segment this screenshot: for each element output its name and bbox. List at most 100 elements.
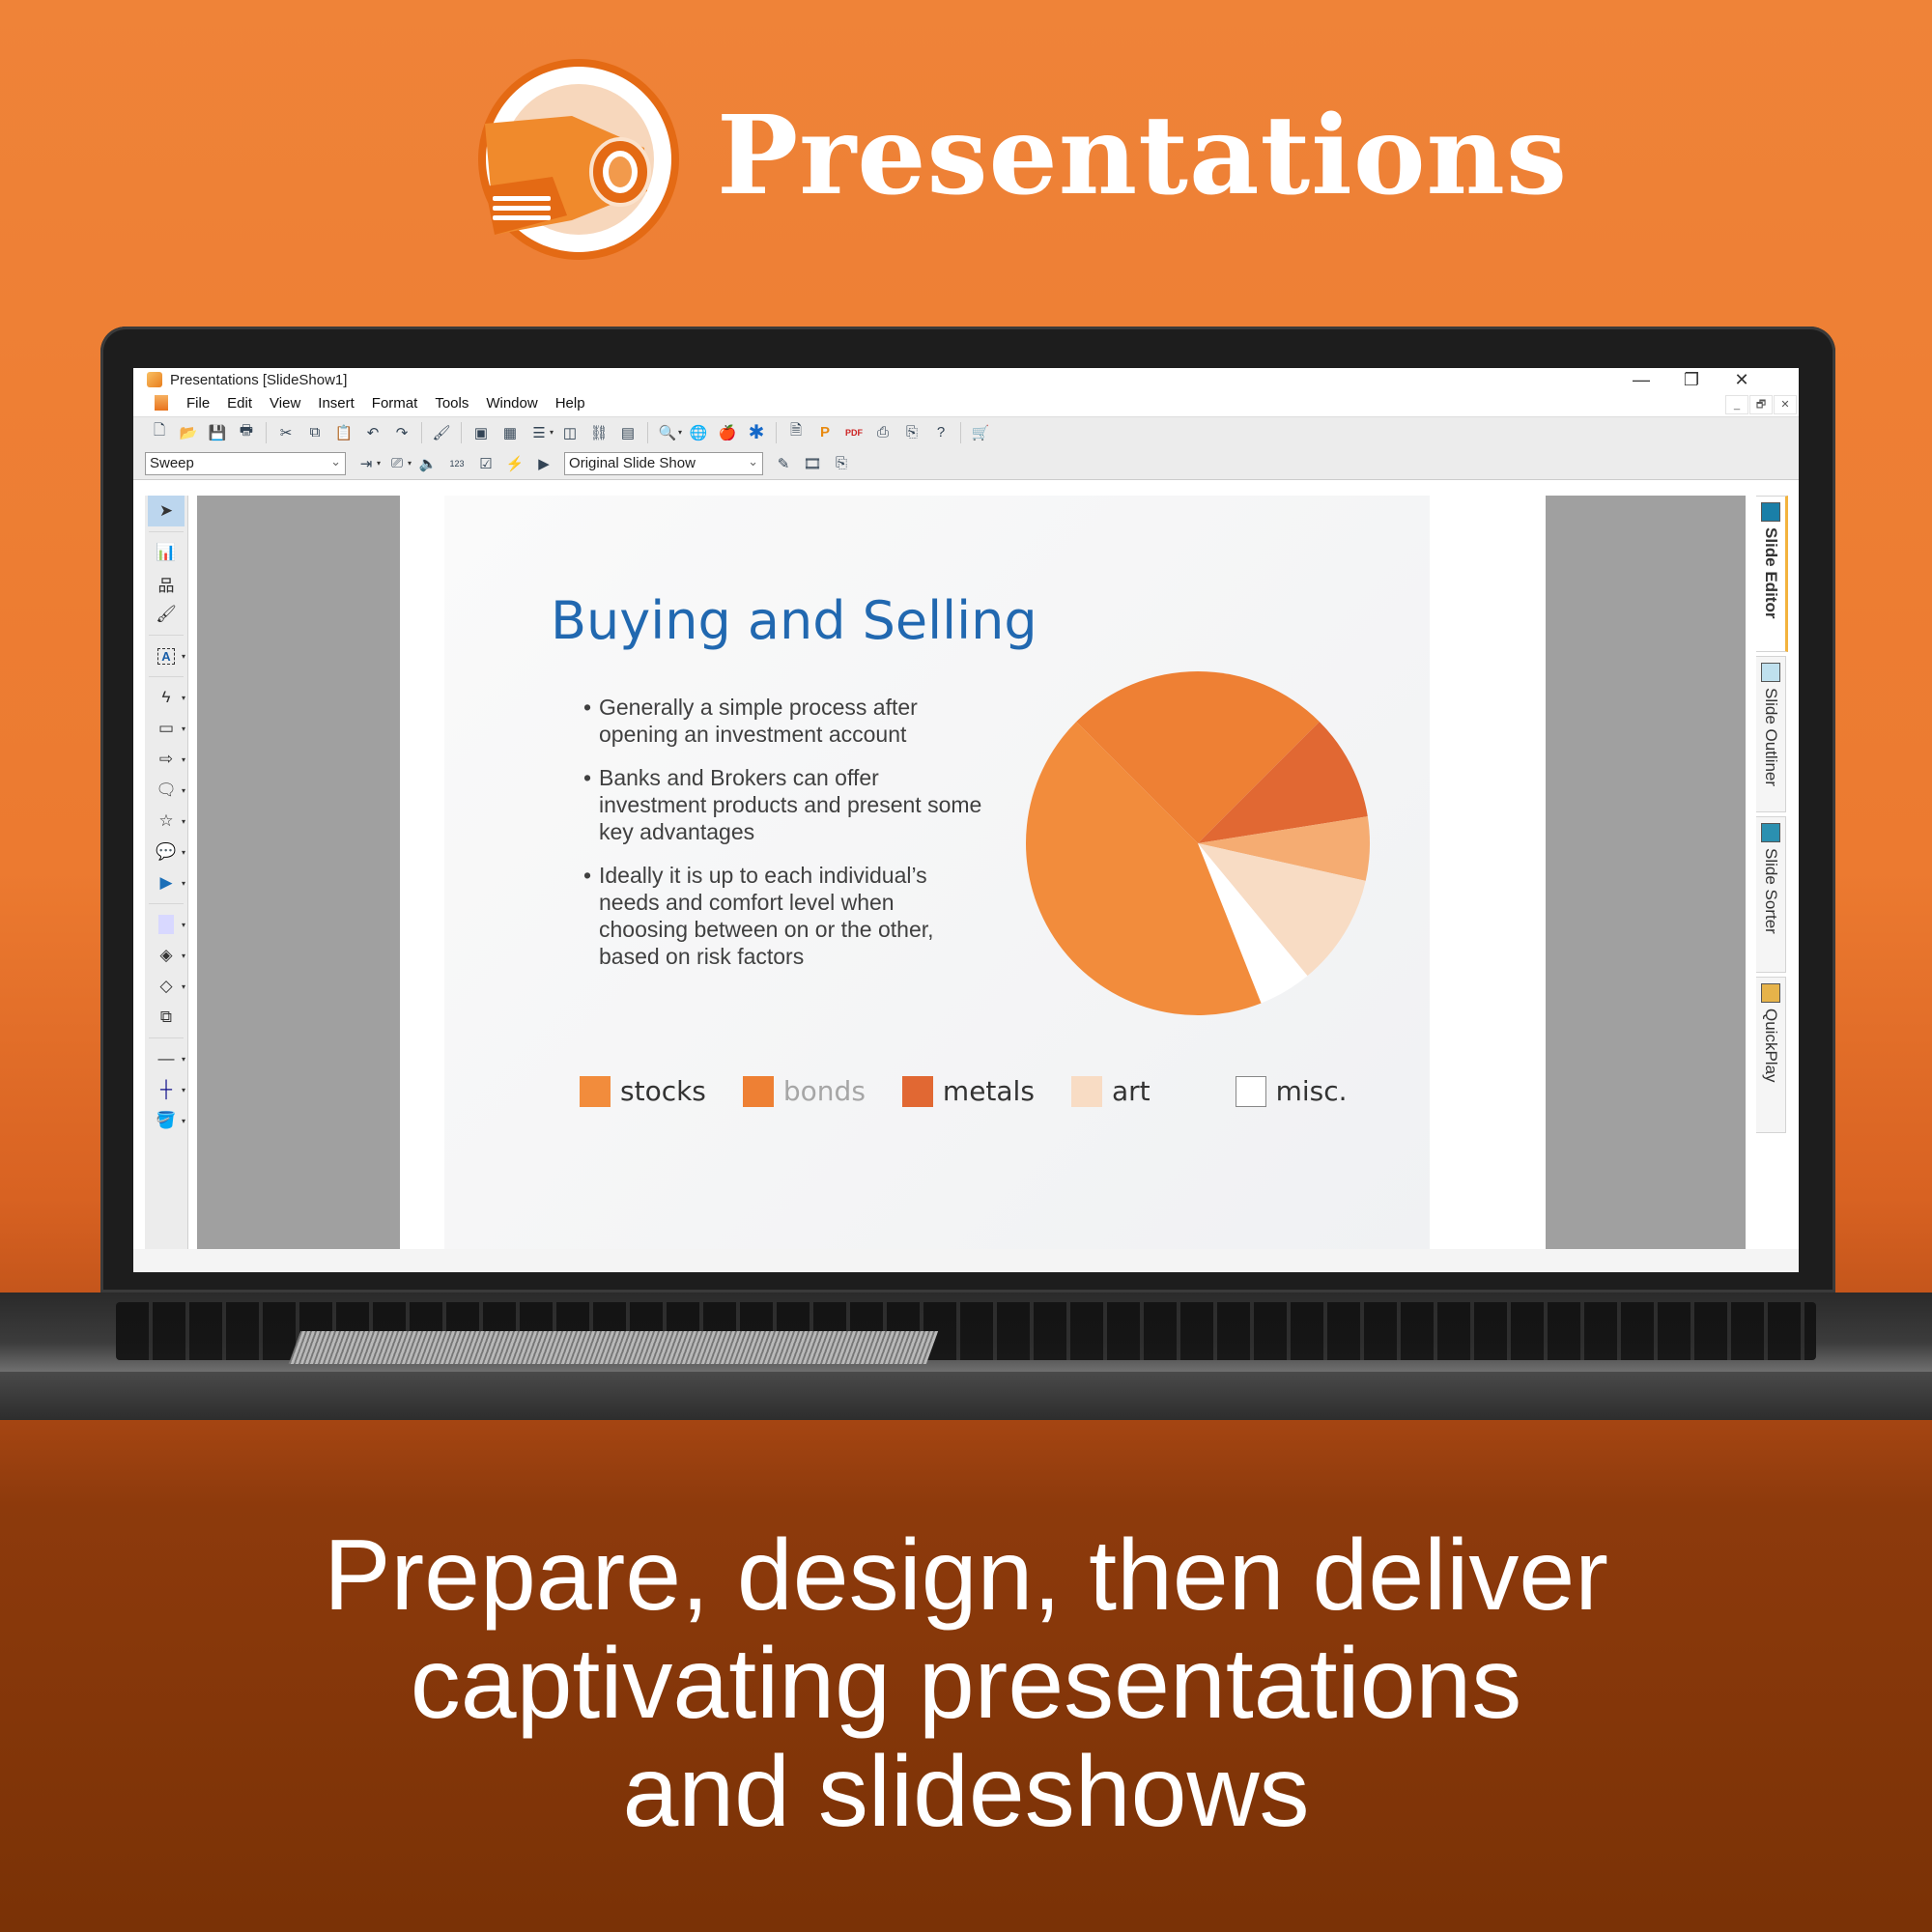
brush-tool-icon[interactable]: 🖌 — [145, 599, 187, 630]
tab-slide-editor[interactable]: Slide Editor — [1756, 496, 1788, 652]
line-tool-icon[interactable]: ϟ ▾ — [145, 682, 187, 713]
outline-icon[interactable]: ☰ — [528, 422, 550, 443]
dropdown-arrow-icon[interactable]: ▾ — [182, 952, 185, 960]
menu-tools[interactable]: Tools — [435, 395, 469, 412]
menu-view[interactable]: View — [270, 395, 300, 412]
rectangle-tool-icon[interactable]: ▭ ▾ — [145, 713, 187, 744]
edit-show-icon[interactable]: ✎ — [773, 453, 794, 474]
arrow-tool-icon[interactable]: ⇨ ▾ — [145, 744, 187, 775]
save-icon[interactable]: 💾 — [207, 422, 228, 443]
arrange-tool-icon[interactable]: ⧉ — [145, 1002, 187, 1033]
doc-close-button[interactable]: ✕ — [1774, 395, 1797, 414]
html-icon[interactable]: ⎘ — [901, 422, 923, 443]
help-icon[interactable]: ? — [930, 422, 952, 443]
restore-button[interactable]: ❐ — [1669, 368, 1714, 391]
display-icon[interactable]: ⎚ — [386, 453, 408, 474]
transition-icon[interactable]: ⇥ — [355, 453, 377, 474]
link-icon[interactable]: ⛓ — [588, 422, 610, 443]
action-tool-icon[interactable]: ▶ ▾ — [145, 867, 187, 898]
new-icon[interactable]: 🗋 — [149, 422, 170, 443]
numbering-icon[interactable]: 123 — [446, 453, 468, 474]
quick-icon[interactable]: ⚡ — [504, 453, 526, 474]
globe-icon[interactable]: 🌐 — [688, 422, 709, 443]
print-icon[interactable]: 🖶 — [236, 422, 257, 443]
fill-color-tool-icon[interactable]: 🪣 ▾ — [145, 1105, 187, 1136]
play-show-icon[interactable]: ▶ — [533, 453, 554, 474]
dropdown-arrow-icon[interactable]: ▾ — [182, 694, 185, 702]
shape-fill-tool-icon[interactable]: ◈ ▾ — [145, 940, 187, 971]
doc-minimize-button[interactable]: _ — [1725, 395, 1748, 414]
line-width-tool-icon[interactable]: ┼ ▾ — [145, 1074, 187, 1105]
copy-icon[interactable]: ⧉ — [304, 422, 326, 443]
dropdown-arrow-icon[interactable]: ▾ — [182, 1086, 185, 1094]
slide-canvas[interactable]: Buying and Selling Generally a simple pr… — [444, 496, 1430, 1249]
new-slide-icon[interactable]: ▣ — [470, 422, 492, 443]
new-doc-icon[interactable]: 🗎 — [785, 422, 807, 443]
dropdown-arrow-icon[interactable]: ▾ — [182, 921, 185, 929]
menu-insert[interactable]: Insert — [318, 395, 355, 412]
tab-slide-outliner[interactable]: Slide Outliner — [1756, 656, 1786, 812]
asterisk-icon[interactable]: ✱ — [746, 422, 767, 443]
minimize-button[interactable]: — — [1619, 368, 1663, 391]
web-publish-icon[interactable]: ⎘ — [831, 453, 852, 474]
dropdown-arrow-icon[interactable]: ▾ — [182, 848, 185, 857]
edit-image-icon[interactable]: 🖌 — [431, 422, 452, 443]
apple-icon[interactable]: 🍎 — [717, 422, 738, 443]
dropdown-arrow-icon[interactable]: ▾ — [182, 982, 185, 991]
tab-quickplay[interactable]: QuickPlay — [1756, 977, 1786, 1133]
pdf-icon[interactable]: PDF — [843, 422, 865, 443]
redo-icon[interactable]: ↷ — [391, 422, 412, 443]
menu-window[interactable]: Window — [486, 395, 537, 412]
layout-icon[interactable]: ▦ — [499, 422, 521, 443]
menu-file[interactable]: File — [186, 395, 210, 412]
sound-icon[interactable]: 🔈 — [417, 453, 439, 474]
doc-restore-button[interactable]: 🗗 — [1749, 395, 1773, 414]
dropdown-arrow-icon[interactable]: ▾ — [678, 428, 682, 437]
close-button[interactable]: ✕ — [1719, 368, 1764, 391]
menu-edit[interactable]: Edit — [227, 395, 252, 412]
film-icon[interactable]: 🎞 — [802, 453, 823, 474]
dropdown-arrow-icon[interactable]: ▾ — [182, 755, 185, 764]
callout-tool-icon[interactable]: 🗨 ▾ — [145, 775, 187, 806]
tab-slide-sorter[interactable]: Slide Sorter — [1756, 816, 1786, 973]
dropdown-arrow-icon[interactable]: ▾ — [182, 652, 185, 661]
cart-icon[interactable]: 🛒 — [970, 422, 991, 443]
zoom-icon[interactable]: 🔍 — [657, 422, 678, 443]
chart-tool-icon[interactable]: 📊 — [145, 537, 187, 568]
line-style-tool-icon[interactable]: — ▾ — [145, 1043, 187, 1074]
orgchart-tool-icon[interactable]: 品 — [145, 568, 187, 599]
undo-icon[interactable]: ↶ — [362, 422, 384, 443]
paste-icon[interactable]: 📋 — [333, 422, 355, 443]
fill-tool-icon[interactable]: ▢ ▾ — [145, 909, 187, 940]
slide-workspace: Buying and Selling Generally a simple pr… — [197, 496, 1746, 1249]
export-icon[interactable]: ⎙ — [872, 422, 894, 443]
pie-chart[interactable] — [1014, 660, 1381, 1027]
checklist-icon[interactable]: ☑ — [475, 453, 497, 474]
calendar-icon[interactable]: ▤ — [617, 422, 639, 443]
transition-select[interactable]: Sweep ⌄ — [145, 451, 346, 475]
dropdown-arrow-icon[interactable]: ▾ — [377, 459, 381, 468]
textbox-tool-icon[interactable]: A ▾ — [145, 640, 187, 671]
slide-title[interactable]: Buying and Selling — [551, 590, 1037, 651]
dropdown-arrow-icon[interactable]: ▾ — [182, 786, 185, 795]
toolbar-separator — [149, 635, 184, 636]
dropdown-arrow-icon[interactable]: ▾ — [408, 459, 412, 468]
star-tool-icon[interactable]: ☆ ▾ — [145, 806, 187, 837]
dropdown-arrow-icon[interactable]: ▾ — [550, 428, 554, 437]
slideshow-select[interactable]: Original Slide Show ⌄ — [564, 451, 764, 475]
object-icon[interactable]: ◫ — [559, 422, 581, 443]
dropdown-arrow-icon[interactable]: ▾ — [182, 879, 185, 888]
dropdown-arrow-icon[interactable]: ▾ — [182, 724, 185, 733]
dropdown-arrow-icon[interactable]: ▾ — [182, 1055, 185, 1064]
menu-format[interactable]: Format — [372, 395, 418, 412]
open-icon[interactable]: 📂 — [178, 422, 199, 443]
speech-tool-icon[interactable]: 💬 ▾ — [145, 837, 187, 867]
slide-bullets[interactable]: Generally a simple process after opening… — [583, 694, 989, 986]
dropdown-arrow-icon[interactable]: ▾ — [182, 817, 185, 826]
menu-help[interactable]: Help — [555, 395, 585, 412]
dropdown-arrow-icon[interactable]: ▾ — [182, 1117, 185, 1125]
select-tool-icon[interactable]: ➤ — [148, 496, 185, 526]
publish-icon[interactable]: P — [814, 422, 836, 443]
cut-icon[interactable]: ✂ — [275, 422, 297, 443]
shape-outline-tool-icon[interactable]: ◇ ▾ — [145, 971, 187, 1002]
